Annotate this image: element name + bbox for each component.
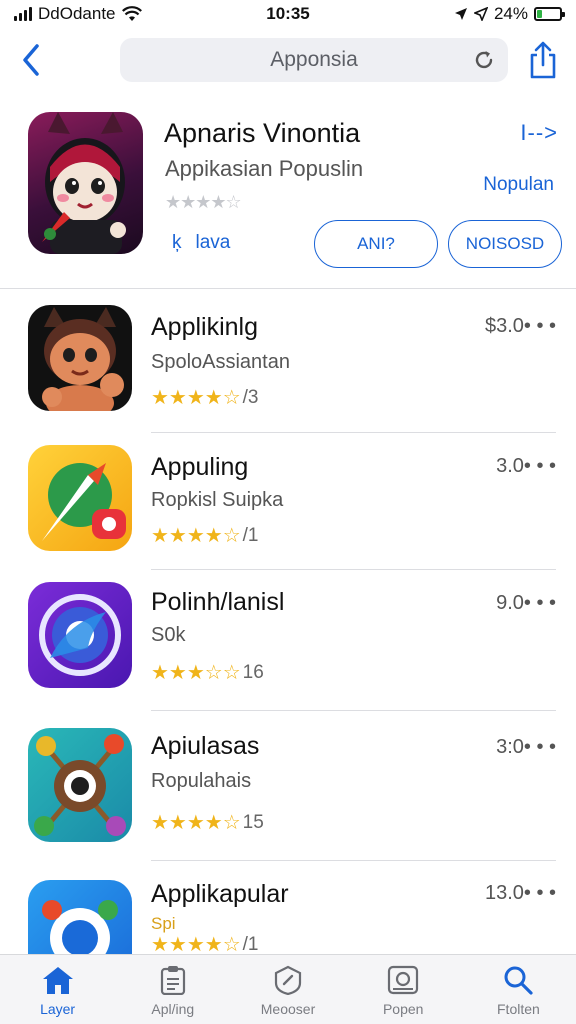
row-divider [151, 710, 556, 711]
featured-arrow-link[interactable]: I--> [520, 120, 558, 146]
nav-bar: Apponsia [0, 36, 576, 84]
app-name: Polinh/lanisl [151, 588, 285, 616]
star-rating: ★★★★☆ [151, 525, 241, 547]
tab-popen[interactable]: Popen [346, 955, 461, 1024]
share-button[interactable] [526, 38, 560, 82]
featured-tag[interactable]: Nopulan [483, 174, 554, 196]
home-icon [42, 967, 73, 994]
tab-apling[interactable]: Apl/ing [115, 955, 230, 1024]
shield-icon [274, 965, 302, 995]
app-rating: ★★★★☆ 15 [151, 810, 264, 835]
featured-title: Apnaris Vinontia [164, 118, 361, 148]
app-icon[interactable] [28, 582, 132, 688]
chevron-left-icon [23, 44, 39, 76]
app-rating: ★★★★☆ /1 [151, 523, 259, 548]
rating-count: /1 [242, 524, 259, 546]
search-text: Apponsia [270, 48, 358, 71]
app-name: Applikapular [151, 880, 289, 908]
rating-count: 15 [242, 811, 264, 833]
app-name: Apiulasas [151, 732, 260, 760]
app-name: Appuling [151, 453, 249, 481]
tab-label: Ftolten [497, 1001, 540, 1017]
tab-ftolten[interactable]: Ftolten [461, 955, 576, 1024]
featured-rating: ★★★★☆ [165, 192, 242, 212]
app-icon[interactable] [28, 305, 132, 411]
status-right: 24% [454, 4, 565, 24]
carrier-label: DdOdante [38, 4, 116, 23]
list-item[interactable]: Apiulasas Ropulahais ★★★★☆ 15 3:0• • • [0, 728, 576, 868]
app-subtitle: SpoloAssiantan [151, 351, 290, 373]
share-icon [530, 41, 556, 79]
search-icon [504, 966, 534, 995]
featured-link-text: lava [195, 232, 231, 253]
tab-meooser[interactable]: Meooser [230, 955, 345, 1024]
tab-label: Popen [382, 1001, 424, 1017]
row-divider [151, 432, 556, 433]
featured-button-b[interactable]: NOISOSD [448, 220, 562, 268]
status-left: DdOdante [14, 4, 142, 24]
back-button[interactable] [16, 40, 46, 80]
battery-icon [534, 7, 565, 21]
section-divider [0, 288, 576, 289]
app-subtitle: Spi [151, 914, 176, 933]
tab-bar: Layer Apl/ing Meooser Popen Ftolten [0, 954, 576, 1024]
tab-layer[interactable]: Layer [0, 955, 115, 1024]
app-icon[interactable] [28, 445, 132, 551]
app-subtitle: Ropulahais [151, 770, 252, 792]
star-rating: ★★★★☆ [151, 934, 241, 954]
app-name: Applikinlg [151, 313, 259, 341]
app-price[interactable]: 9.0• • • [496, 592, 556, 615]
wifi-icon [121, 6, 142, 21]
featured-button-a[interactable]: ANI? [314, 220, 438, 268]
app-price[interactable]: 13.0• • • [485, 882, 556, 905]
list-item[interactable]: Applikapular Spi ★★★★☆ /1 13.0• • • [0, 876, 576, 954]
clipboard-icon [160, 966, 185, 995]
search-bar[interactable]: Apponsia [120, 38, 508, 82]
battery-percent: 24% [493, 4, 528, 23]
featured-app[interactable]: Apnaris Vinontia Appikasian Popuslin ★★★… [0, 110, 576, 280]
rating-count: /3 [242, 386, 259, 408]
star-rating: ★★★★☆ [151, 812, 241, 834]
list-item[interactable]: Polinh/lanisl S0k ★★★☆☆ 16 9.0• • • [0, 582, 576, 722]
row-divider [151, 569, 556, 570]
location-icon [473, 7, 488, 21]
app-subtitle: Ropkisl Suipka [151, 489, 284, 511]
status-bar: DdOdante 10:35 24% [0, 0, 576, 28]
app-icon[interactable] [28, 880, 132, 954]
star-rating: ★★★☆☆ [151, 662, 241, 684]
featured-subtitle: Appikasian Popuslin [165, 156, 364, 181]
refresh-icon[interactable] [472, 48, 496, 72]
app-price[interactable]: 3.0• • • [496, 455, 556, 478]
app-subtitle: S0k [151, 624, 186, 646]
featured-app-icon[interactable] [28, 112, 143, 254]
row-divider [151, 860, 556, 861]
app-price[interactable]: $3.0• • • [485, 315, 556, 338]
app-rating: ★★★★☆ /3 [151, 385, 259, 410]
tab-label: Apl/ing [151, 1001, 195, 1017]
app-icon[interactable] [28, 728, 132, 842]
photo-icon [388, 965, 419, 995]
battery-fill [537, 10, 543, 18]
tab-label: Meooser [260, 1001, 316, 1017]
rating-count: 16 [242, 661, 264, 683]
signal-icon [14, 7, 32, 21]
location-icon [454, 8, 467, 20]
app-rating: ★★★★☆ /1 [151, 932, 259, 955]
star-rating: ★★★★☆ [151, 387, 241, 409]
list-item[interactable]: Appuling Ropkisl Suipka ★★★★☆ /1 3.0• • … [0, 445, 576, 585]
tab-label: Layer [40, 1001, 76, 1017]
list-item[interactable]: Applikinlg SpoloAssiantan ★★★★☆ /3 $3.0•… [0, 305, 576, 445]
app-price[interactable]: 3:0• • • [496, 736, 556, 759]
featured-link[interactable]: ķ lava [172, 232, 230, 254]
featured-link-glyph: ķ [172, 232, 182, 253]
app-rating: ★★★☆☆ 16 [151, 660, 264, 685]
rating-count: /1 [242, 933, 259, 955]
